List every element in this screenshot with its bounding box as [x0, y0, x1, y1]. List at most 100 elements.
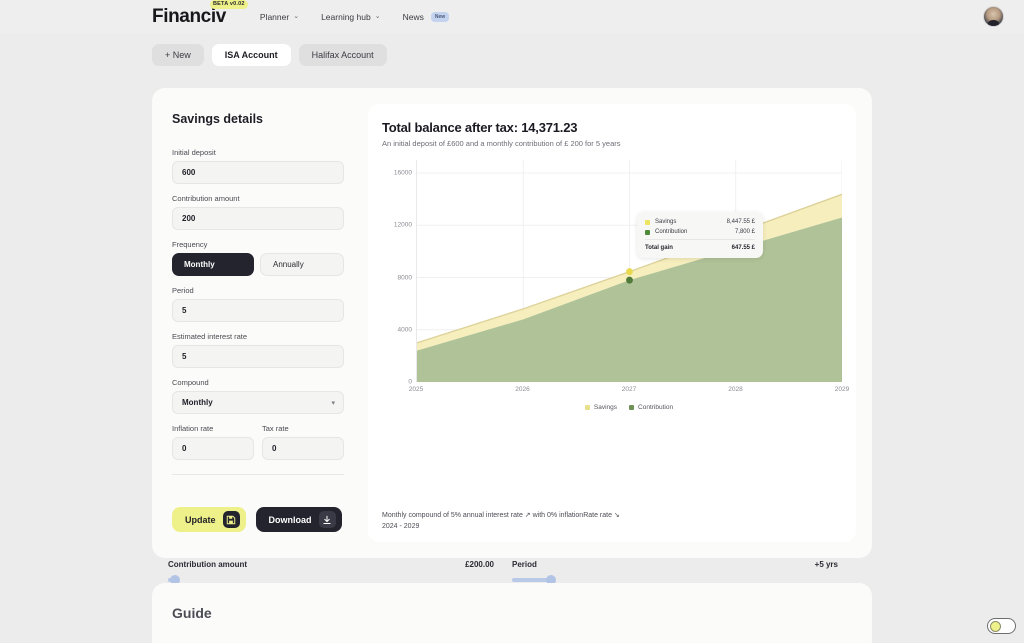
beta-version-badge: BETA v0.02	[210, 0, 248, 9]
chart-legend: Savings Contribution	[416, 404, 842, 411]
tooltip-label-total: Total gain	[645, 245, 673, 251]
news-new-badge: New	[430, 11, 450, 22]
slider-contribution-label: Contribution amount	[168, 560, 248, 569]
x-axis-labels: 2025 2026 2027 2028 2029	[409, 386, 849, 398]
period-input[interactable]	[172, 299, 344, 322]
legend-item-savings: Savings	[584, 404, 618, 411]
inflation-rate-input[interactable]	[172, 437, 254, 460]
frequency-toggle-group: Monthly Annually	[172, 253, 344, 276]
brand-logo[interactable]: Financiv BETA v0.02	[152, 0, 248, 28]
contribution-amount-label: Contribution amount	[172, 194, 240, 203]
slider-contribution-value: £200.00	[465, 560, 494, 569]
tab-isa-account[interactable]: ISA Account	[211, 44, 291, 66]
field-compound: Compound ▾	[172, 378, 344, 414]
slider-contribution-amount: Contribution amount £200.00	[168, 560, 512, 585]
x-axis-tick: 2027	[621, 386, 637, 393]
inflation-rate-label: Inflation rate	[172, 424, 214, 433]
chart-tooltip: Savings 8,447.55 £ Contribution 7,800 £ …	[637, 212, 763, 258]
tooltip-label-savings: Savings	[655, 219, 677, 225]
field-inflation-rate: Inflation rate	[172, 424, 254, 460]
legend-swatch-savings	[584, 405, 590, 410]
form-divider	[172, 474, 344, 475]
legend-item-contribution: Contribution	[629, 404, 673, 411]
slider-contribution-head: Contribution amount £200.00	[168, 560, 494, 569]
update-button-label: Update	[185, 514, 216, 525]
y-axis-labels: 0 4000 8000 12000 16000	[382, 160, 412, 386]
download-button[interactable]: Download	[255, 507, 342, 532]
compound-select[interactable]	[172, 391, 344, 414]
guide-title: Guide	[172, 605, 212, 621]
nav-item-planner[interactable]: Planner ⌄	[260, 12, 299, 22]
tooltip-label-contribution: Contribution	[655, 229, 688, 235]
frequency-option-annually[interactable]: Annually	[260, 253, 344, 276]
download-button-label: Download	[268, 514, 312, 525]
y-axis-tick: 8000	[397, 274, 412, 282]
rates-row: Inflation rate Tax rate	[172, 424, 344, 460]
tooltip-value-total: 647.55 £	[731, 245, 755, 251]
top-navbar: Financiv BETA v0.02 Planner ⌄ Learning h…	[0, 0, 1024, 33]
y-axis-tick: 4000	[397, 326, 412, 334]
avatar[interactable]	[983, 6, 1004, 27]
nav-item-planner-label: Planner	[259, 11, 290, 22]
field-contribution-amount: Contribution amount	[172, 194, 344, 230]
slider-period-head: Period +5 yrs	[512, 560, 838, 569]
footnote-main: Monthly compound of 5% annual interest r…	[382, 512, 620, 519]
nav-item-learning-hub-label: Learning hub	[321, 11, 371, 22]
slider-period: Period +5 yrs	[512, 560, 856, 585]
y-axis-tick: 0	[408, 378, 412, 386]
form-actions: Update Download	[172, 507, 342, 532]
x-axis-tick: 2028	[728, 386, 743, 393]
chart-plot: 0 4000 8000 12000 16000 2025 2026 2027 2028 2029…	[382, 160, 849, 411]
save-icon	[222, 511, 240, 528]
interest-rate-label: Estimated interest rate	[172, 332, 248, 341]
footnote-sub: 2024 - 2029	[382, 523, 420, 530]
tooltip-divider	[645, 239, 755, 240]
tax-rate-label: Tax rate	[262, 424, 289, 433]
tab-halifax-account[interactable]: Halifax Account	[298, 44, 387, 66]
tooltip-swatch-contribution	[645, 229, 650, 235]
field-period: Period	[172, 286, 344, 322]
compound-label: Compound	[172, 378, 209, 387]
field-tax-rate: Tax rate	[262, 424, 344, 460]
nav-item-learning-hub[interactable]: Learning hub ⌄	[321, 12, 381, 22]
x-axis-tick: 2029	[834, 386, 850, 393]
frequency-label: Frequency	[172, 240, 208, 249]
slider-row: Contribution amount £200.00 Period +5 yr…	[168, 560, 856, 585]
tooltip-swatch-savings	[645, 219, 650, 225]
initial-deposit-input[interactable]	[172, 161, 344, 184]
contribution-amount-input[interactable]	[172, 207, 344, 230]
y-axis-tick: 12000	[393, 221, 412, 229]
panel-title: Savings details	[172, 112, 264, 126]
tab-new-account[interactable]: + New	[152, 44, 204, 66]
compound-select-wrap: ▾	[172, 391, 344, 414]
chevron-down-icon: ⌄	[293, 13, 300, 20]
download-icon	[318, 511, 336, 528]
chart-panel: Total balance after tax: 14,371.23 An in…	[368, 104, 856, 542]
field-frequency: Frequency Monthly Annually	[172, 240, 344, 276]
x-axis-tick: 2025	[408, 386, 424, 393]
nav-item-news-label: News	[402, 11, 424, 22]
tooltip-row-contribution: Contribution 7,800 £	[645, 229, 755, 235]
main-card: Savings details Initial deposit Contribu…	[152, 88, 872, 558]
theme-toggle[interactable]	[987, 618, 1016, 634]
legend-label-savings: Savings	[593, 404, 618, 411]
legend-swatch-contribution	[629, 405, 635, 410]
tooltip-value-savings: 8,447.55 £	[726, 219, 755, 225]
slider-period-label: Period	[512, 560, 537, 569]
nav-item-news[interactable]: News New	[402, 11, 450, 22]
initial-deposit-label: Initial deposit	[172, 148, 216, 157]
interest-rate-input[interactable]	[172, 345, 344, 368]
area-chart-svg	[416, 160, 843, 382]
chart-footnote: Monthly compound of 5% annual interest r…	[382, 511, 620, 530]
chevron-down-icon: ⌄	[374, 13, 381, 20]
brand-name: Financiv	[152, 5, 226, 27]
tax-rate-input[interactable]	[262, 437, 344, 460]
savings-details-form: Savings details Initial deposit Contribu…	[152, 88, 362, 558]
frequency-option-monthly[interactable]: Monthly	[172, 253, 254, 276]
app-root: Financiv BETA v0.02 Planner ⌄ Learning h…	[0, 0, 1024, 643]
update-button[interactable]: Update	[172, 507, 246, 532]
plot-area[interactable]	[416, 160, 843, 382]
chart-subtitle: An initial deposit of £600 and a monthly…	[382, 139, 621, 148]
tooltip-row-total: Total gain 647.55 £	[645, 245, 755, 251]
x-axis-tick: 2026	[515, 386, 530, 393]
